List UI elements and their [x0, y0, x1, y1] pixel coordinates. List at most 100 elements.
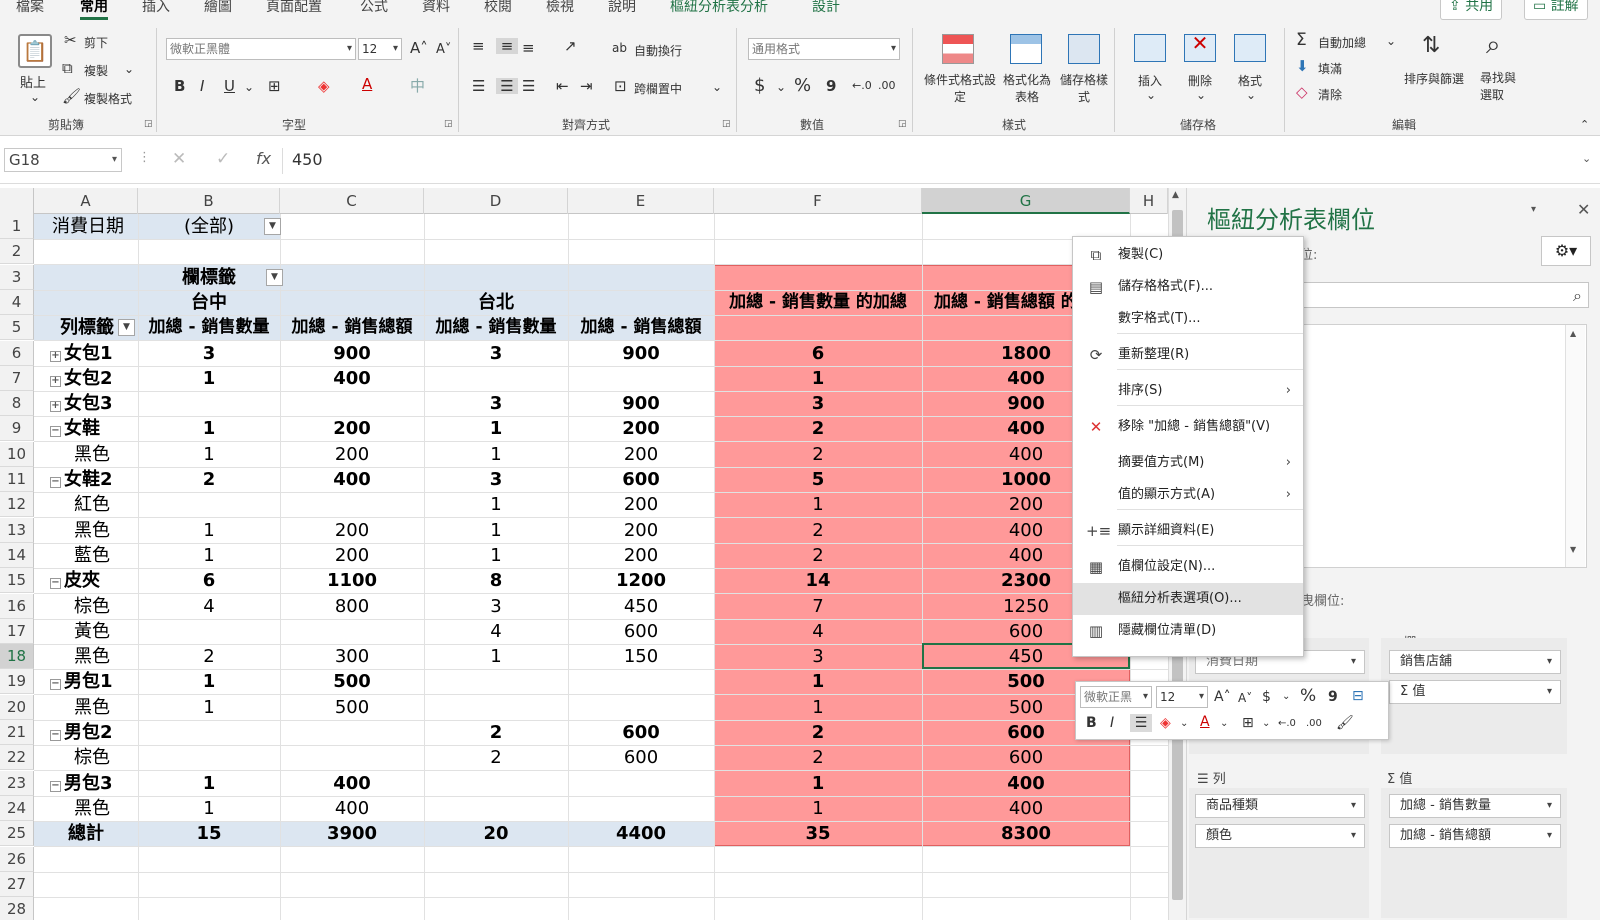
value-cell-c[interactable]	[284, 745, 420, 770]
copy-button[interactable]: 複製	[84, 62, 108, 79]
collapse-icon[interactable]: −	[50, 477, 61, 488]
find-select-icon[interactable]: ⌕	[1486, 30, 1501, 60]
align-center-icon[interactable]: ☰	[496, 78, 518, 94]
row-item[interactable]: − 女鞋2	[38, 467, 134, 492]
value-cell-d[interactable]: 3	[428, 594, 564, 619]
value-cell-e[interactable]: 450	[572, 594, 710, 619]
comma-icon[interactable]: 9	[1328, 688, 1338, 706]
value-cell-d[interactable]	[428, 771, 564, 796]
row-item[interactable]: − 男包2	[38, 720, 134, 745]
collapse-icon[interactable]: −	[50, 730, 61, 741]
row-item[interactable]: + 女包1	[38, 341, 134, 366]
chevron-down-icon[interactable]: ⌄	[1246, 88, 1256, 102]
bold-button[interactable]: B	[174, 78, 185, 94]
value-cell-c[interactable]	[284, 720, 420, 745]
menu-item[interactable]: ⧉ 複製(C)	[1073, 239, 1303, 271]
value-cell-f[interactable]: 6	[718, 341, 918, 366]
tab-home[interactable]: 常用	[80, 0, 108, 22]
value-cell-g[interactable]: 400	[926, 796, 1126, 821]
value-field-chip[interactable]: 加總 - 銷售數量 ▾	[1389, 794, 1561, 818]
row-header-3[interactable]: 3	[0, 264, 34, 290]
value-cell-g[interactable]: 600	[926, 745, 1126, 770]
value-cell-c[interactable]	[284, 619, 420, 644]
value-cell-d[interactable]: 3	[428, 341, 564, 366]
increase-font-icon[interactable]: A˄	[410, 40, 428, 56]
underline-button[interactable]: U	[224, 78, 235, 94]
align-middle-icon[interactable]: ≡	[496, 38, 518, 54]
mini-font-combo[interactable]: 微軟正黑 ▾	[1080, 686, 1152, 708]
row-header-10[interactable]: 10	[0, 441, 34, 467]
value-cell-b[interactable]: 6	[142, 568, 276, 593]
chevron-down-icon[interactable]: ⌄	[776, 80, 786, 94]
value-cell-e[interactable]: 200	[572, 492, 710, 517]
conditional-format-icon[interactable]	[942, 34, 974, 64]
value-cell-e[interactable]: 200	[572, 518, 710, 543]
row-header-11[interactable]: 11	[0, 467, 34, 492]
row-field-chip[interactable]: 商品種類 ▾	[1195, 794, 1365, 818]
value-cell-e[interactable]	[572, 695, 710, 720]
row-field-chip[interactable]: 顏色 ▾	[1195, 824, 1365, 848]
columns-area[interactable]: 銷售店舖 ▾ Σ 值 ▾	[1381, 638, 1567, 754]
value-cell-e[interactable]: 600	[572, 745, 710, 770]
align-center-icon[interactable]: ☰	[1130, 714, 1152, 732]
tab-formulas[interactable]: 公式	[360, 0, 388, 22]
grand-total-b[interactable]: 15	[142, 821, 276, 846]
tab-insert[interactable]: 插入	[142, 0, 170, 22]
paste-button[interactable]: 貼上	[20, 72, 46, 91]
row-header-1[interactable]: 1	[0, 214, 34, 239]
row-header-18[interactable]: 18	[0, 644, 34, 670]
copy-dropdown-icon[interactable]: ⌄	[124, 62, 134, 76]
menu-item[interactable]: ▤ 儲存格格式(F)...	[1073, 271, 1303, 303]
value-cell-b[interactable]: 3	[142, 341, 276, 366]
merge-center-button[interactable]: 跨欄置中	[634, 80, 682, 97]
value-cell-b[interactable]: 4	[142, 594, 276, 619]
row-header-9[interactable]: 9	[0, 416, 34, 442]
value-cell-e[interactable]: 200	[572, 416, 710, 441]
value-cell-f[interactable]: 1	[718, 492, 918, 517]
value-cell-g[interactable]: 400	[926, 771, 1126, 796]
row-header-22[interactable]: 22	[0, 745, 34, 771]
chevron-down-icon[interactable]: ⌄	[1262, 715, 1270, 733]
value-cell-c[interactable]: 300	[284, 644, 420, 669]
row-header-15[interactable]: 15	[0, 568, 34, 594]
sort-filter-button[interactable]: 排序與篩選	[1404, 70, 1464, 87]
value-cell-f[interactable]: 3	[718, 391, 918, 416]
value-cell-f[interactable]: 2	[718, 720, 918, 745]
format-as-table-button[interactable]: 格式化為表格	[998, 72, 1056, 106]
paste-icon[interactable]: 📋	[18, 34, 52, 68]
row-subitem[interactable]: 黑色	[38, 442, 134, 467]
row-subitem[interactable]: 棕色	[38, 745, 134, 770]
value-cell-b[interactable]	[142, 492, 276, 517]
menu-item[interactable]: 數字格式(T)...	[1073, 303, 1303, 335]
collapse-icon[interactable]: −	[50, 578, 61, 590]
grand-total-e[interactable]: 4400	[572, 821, 710, 846]
clipboard-launcher-icon[interactable]: ◲	[144, 119, 153, 129]
value-cell-c[interactable]: 400	[284, 796, 420, 821]
chevron-down-icon[interactable]: ⌄	[712, 80, 722, 94]
sort-filter-icon[interactable]: ⇅	[1422, 32, 1440, 60]
grand-total-f[interactable]: 35	[718, 821, 918, 846]
value-cell-b[interactable]: 1	[142, 442, 276, 467]
tab-page-layout[interactable]: 頁面配置	[266, 0, 322, 22]
align-bottom-icon[interactable]: ≡	[522, 40, 535, 56]
value-cell-b[interactable]: 2	[142, 644, 276, 669]
value-cell-f[interactable]: 1	[718, 695, 918, 720]
grand-total-c[interactable]: 3900	[284, 821, 420, 846]
value-cell-b[interactable]: 1	[142, 543, 276, 568]
phonetic-icon[interactable]: 中	[410, 78, 425, 94]
value-cell-b[interactable]: 1	[142, 771, 276, 796]
value-cell-c[interactable]: 800	[284, 594, 420, 619]
mini-size-combo[interactable]: 12 ▾	[1156, 686, 1208, 708]
row-header-21[interactable]: 21	[0, 720, 34, 745]
font-color-icon[interactable]: A	[1200, 713, 1210, 731]
chevron-down-icon[interactable]: ⌄	[1146, 88, 1156, 102]
value-cell-f[interactable]: 3	[718, 644, 918, 669]
comment-button[interactable]: ▭ 註解	[1524, 0, 1588, 20]
expand-icon[interactable]: +	[50, 401, 61, 413]
tab-view[interactable]: 檢視	[546, 0, 574, 22]
value-cell-d[interactable]: 1	[428, 492, 564, 517]
clear-button[interactable]: 清除	[1318, 86, 1342, 103]
format-cells-icon[interactable]	[1234, 34, 1266, 62]
decrease-indent-icon[interactable]: ⇤	[556, 78, 569, 94]
expand-formula-icon[interactable]: ⌄	[1582, 152, 1591, 165]
